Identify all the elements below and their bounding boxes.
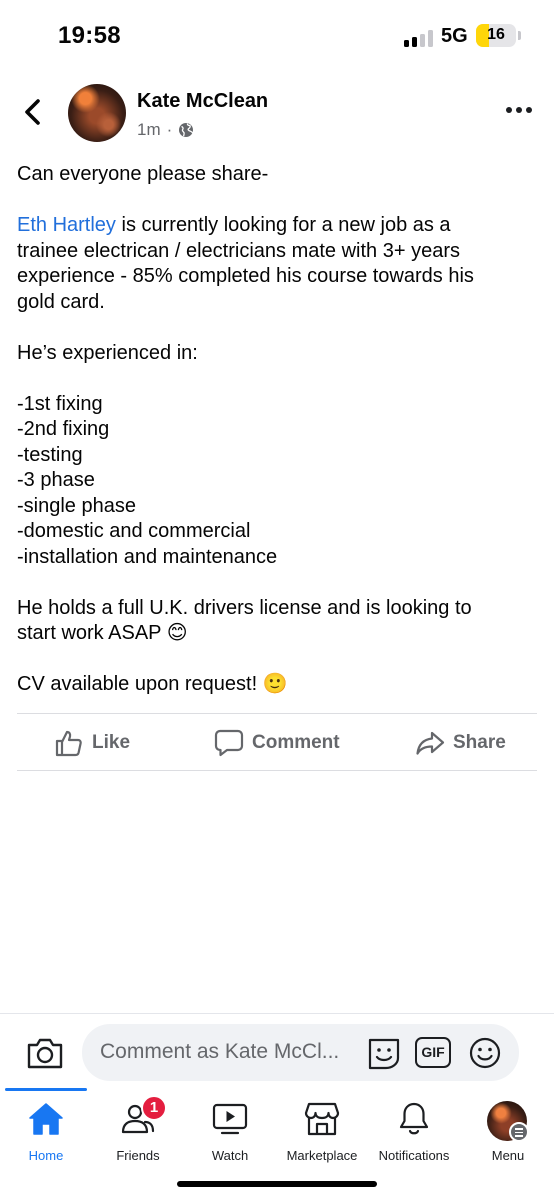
comment-button[interactable]: Comment bbox=[214, 727, 340, 759]
status-time: 19:58 bbox=[58, 22, 121, 49]
post-line: Can everyone please share- bbox=[17, 163, 269, 185]
post-line: -testing bbox=[17, 443, 83, 466]
post-line: -domestic and commercial bbox=[17, 520, 251, 542]
author-name[interactable]: Kate McClean bbox=[137, 90, 268, 113]
post-line: -installation and maintenance bbox=[17, 545, 278, 568]
tab-watch[interactable]: Watch bbox=[184, 1091, 276, 1167]
meta-separator: · bbox=[166, 120, 173, 139]
like-label: Like bbox=[92, 732, 131, 753]
post-line: -single phase bbox=[17, 494, 136, 517]
action-bar-bottom-divider bbox=[17, 770, 537, 771]
cellular-signal-icon bbox=[404, 29, 434, 47]
tab-notifications[interactable]: Notifications bbox=[368, 1091, 460, 1167]
battery-cap bbox=[518, 31, 521, 40]
mention-link[interactable]: Eth Hartley bbox=[17, 214, 116, 236]
comment-input[interactable]: Comment as Kate McCl... GIF bbox=[82, 1024, 519, 1081]
post-meta: 1m · bbox=[137, 120, 194, 140]
tab-menu-label: Menu bbox=[491, 1148, 525, 1163]
back-button[interactable] bbox=[20, 96, 48, 128]
post-line: start work ASAP 😊 bbox=[17, 622, 188, 644]
author-avatar[interactable] bbox=[68, 84, 126, 142]
more-options-button[interactable] bbox=[506, 104, 534, 118]
tab-friends[interactable]: Friends bbox=[92, 1091, 184, 1167]
battery-icon: 16 bbox=[476, 24, 516, 47]
share-label: Share bbox=[453, 732, 506, 753]
chevron-left-icon bbox=[25, 99, 40, 125]
home-icon bbox=[29, 1103, 63, 1135]
post-body: Can everyone please share- Eth Hartley i… bbox=[17, 162, 541, 698]
post-line: He holds a full U.K. drivers license and… bbox=[17, 596, 472, 619]
tab-marketplace[interactable]: Marketplace bbox=[276, 1091, 368, 1167]
camera-button[interactable] bbox=[26, 1036, 64, 1070]
comment-placeholder: Comment as Kate McCl... bbox=[100, 1040, 340, 1063]
post-line: trainee electrican / electricians mate w… bbox=[17, 239, 460, 262]
composer-divider bbox=[0, 1013, 554, 1014]
post-line: CV available upon request! 🙂 bbox=[17, 673, 288, 695]
status-bar: 19:58 5G 16 bbox=[0, 0, 554, 72]
post-line: He’s experienced in: bbox=[17, 341, 198, 364]
post-line: Eth Hartley is currently looking for a n… bbox=[17, 214, 451, 236]
globe-icon bbox=[179, 123, 194, 137]
more-dots-icon bbox=[506, 107, 512, 113]
network-type: 5G bbox=[441, 25, 468, 47]
friends-notification-badge: 1 bbox=[141, 1095, 167, 1121]
post-line: gold card. bbox=[17, 290, 105, 313]
marketplace-icon bbox=[304, 1102, 340, 1136]
post-line: -3 phase bbox=[17, 469, 95, 491]
action-bar-top-divider bbox=[17, 713, 537, 714]
emoji-icon[interactable] bbox=[468, 1036, 502, 1070]
camera-icon bbox=[27, 1038, 63, 1069]
tab-home[interactable]: Home bbox=[0, 1091, 92, 1167]
post-time[interactable]: 1m bbox=[137, 120, 161, 140]
thumbs-up-icon bbox=[55, 730, 82, 757]
gif-button[interactable]: GIF bbox=[415, 1037, 451, 1068]
comment-label: Comment bbox=[252, 732, 340, 753]
menu-hamburger-icon bbox=[509, 1122, 529, 1142]
post-line: -1st fixing bbox=[17, 392, 103, 415]
avatar-sticker-icon[interactable] bbox=[366, 1036, 402, 1072]
bell-icon bbox=[399, 1102, 429, 1135]
home-indicator bbox=[177, 1181, 377, 1187]
post-line: experience - 85% completed his course to… bbox=[17, 265, 474, 287]
like-button[interactable]: Like bbox=[54, 727, 130, 759]
post-line: -2nd fixing bbox=[17, 418, 110, 440]
comment-bubble-icon bbox=[214, 729, 244, 757]
share-arrow-icon bbox=[416, 731, 445, 755]
share-button[interactable]: Share bbox=[415, 727, 506, 759]
tab-bar: Home Friends Watch Marketplace Notificat… bbox=[0, 1091, 554, 1171]
battery-level: 16 bbox=[487, 26, 505, 43]
watch-icon bbox=[212, 1103, 248, 1135]
